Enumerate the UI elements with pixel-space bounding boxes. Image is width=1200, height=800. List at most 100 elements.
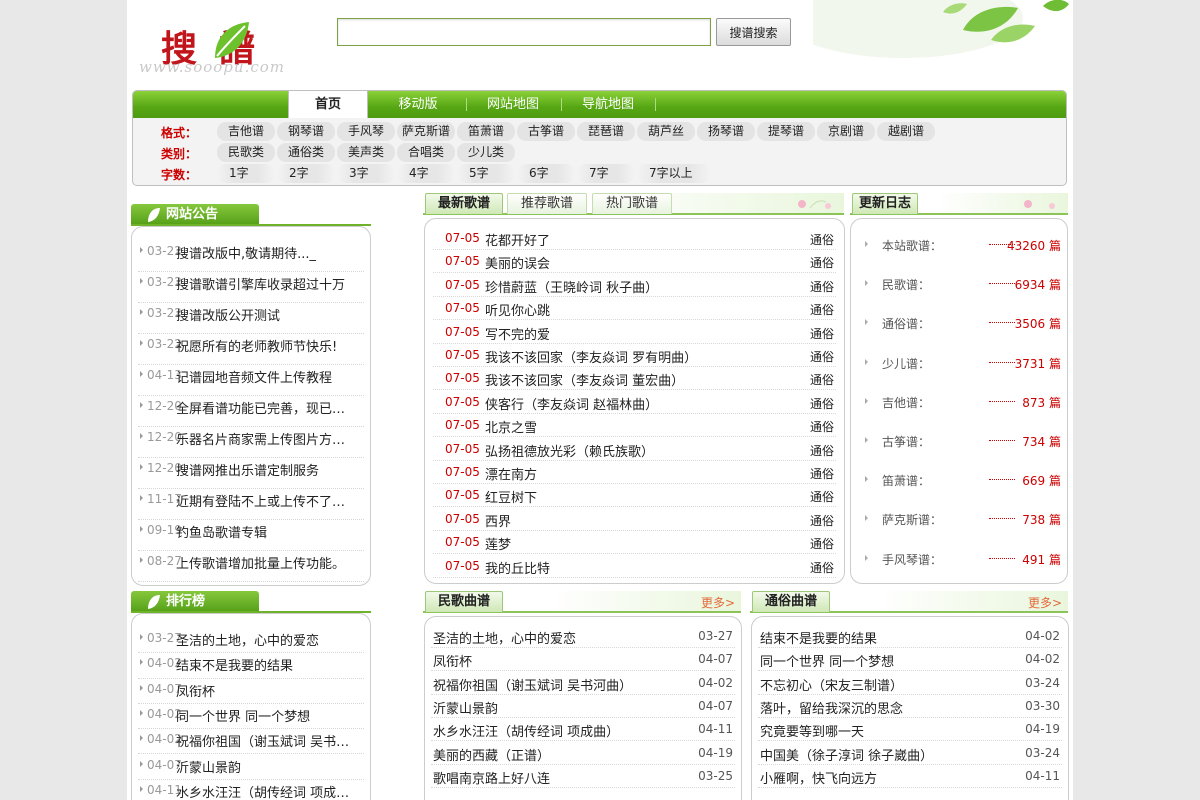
- tab-latest[interactable]: 最新歌谱: [425, 193, 503, 214]
- list-item[interactable]: 歌唱南京路上好八连 03-25: [431, 765, 735, 788]
- list-item[interactable]: 结束不是我要的结果 04-02: [758, 625, 1062, 648]
- song-category[interactable]: 通俗: [810, 535, 834, 552]
- song-title[interactable]: 祝福你祖国（谢玉斌词 吴书河曲）: [433, 675, 632, 694]
- item-title[interactable]: 乐器名片商家需上传图片方…: [176, 429, 345, 448]
- tab-hot[interactable]: 热门歌谱: [592, 193, 672, 214]
- list-item[interactable]: 04-02 结束不是我要的结果: [138, 653, 364, 679]
- table-row[interactable]: 07-05 珍惜蔚蓝（王晓岭词 秋子曲） 通俗: [433, 274, 836, 297]
- filter-item[interactable]: 越剧谱: [877, 122, 935, 141]
- song-title[interactable]: 我该不该回家（李友焱词 董宏曲）: [485, 370, 684, 389]
- list-item[interactable]: 04-11 水乡水汪汪（胡传经词 项成…: [138, 780, 364, 800]
- filter-item[interactable]: 手风琴: [337, 122, 395, 141]
- filter-item[interactable]: 提琴谱: [757, 122, 815, 141]
- song-title[interactable]: 侠客行（李友焱词 赵福林曲）: [485, 394, 658, 413]
- filter-item[interactable]: 4字: [397, 164, 455, 183]
- song-title[interactable]: 听见你心跳: [485, 300, 550, 319]
- song-category[interactable]: 通俗: [810, 278, 834, 295]
- item-title[interactable]: 钓鱼岛歌谱专辑: [176, 522, 267, 541]
- list-item[interactable]: 03-22 搜谱改版公开测试: [138, 303, 364, 334]
- search-input[interactable]: [337, 18, 711, 46]
- item-title[interactable]: 祝愿所有的老师教师节快乐!: [176, 336, 337, 355]
- table-row[interactable]: 07-05 红豆树下 通俗: [433, 484, 836, 508]
- filter-item[interactable]: 合唱类: [397, 143, 455, 162]
- song-title[interactable]: 水乡水汪汪（胡传经词 项成曲）: [433, 721, 619, 740]
- filter-item[interactable]: 2字: [277, 164, 335, 183]
- table-row[interactable]: 07-05 北京之雪 通俗: [433, 414, 836, 438]
- list-item[interactable]: 中国美（徐子淳词 徐子崴曲） 03-24: [758, 742, 1062, 765]
- item-title[interactable]: 凤衔杯: [176, 681, 215, 700]
- song-category[interactable]: 通俗: [810, 231, 834, 248]
- item-title[interactable]: 搜谱歌谱引擎库收录超过十万: [176, 274, 345, 293]
- filter-item[interactable]: 少儿类: [457, 143, 515, 162]
- song-title[interactable]: 小雁啊，快飞向远方: [760, 768, 877, 787]
- filter-item[interactable]: 萨克斯谱: [397, 122, 455, 141]
- filter-item[interactable]: 7字: [577, 164, 635, 183]
- list-item[interactable]: 04-02 祝福你祖国（谢玉斌词 吴书…: [138, 729, 364, 755]
- tab-recommended[interactable]: 推荐歌谱: [507, 193, 587, 214]
- pop-more-link[interactable]: 更多>: [1028, 594, 1062, 611]
- list-item[interactable]: 小雁啊，快飞向远方 04-11: [758, 765, 1062, 788]
- song-title[interactable]: 美丽的误会: [485, 253, 550, 272]
- tab-mobile[interactable]: 移动版: [378, 91, 458, 118]
- list-item[interactable]: 12-20 乐器名片商家需上传图片方…: [138, 427, 364, 458]
- song-category[interactable]: 通俗: [810, 301, 834, 318]
- song-title[interactable]: 究竟要等到哪一天: [760, 721, 864, 740]
- item-title[interactable]: 沂蒙山景韵: [176, 757, 241, 776]
- song-title[interactable]: 结束不是我要的结果: [760, 628, 877, 647]
- list-item[interactable]: 03-22 搜谱改版中,敬请期待..._: [138, 241, 364, 272]
- song-title[interactable]: 我的丘比特: [485, 558, 550, 577]
- song-title[interactable]: 西界: [485, 511, 511, 530]
- table-row[interactable]: 07-05 漂在南方 通俗: [433, 461, 836, 484]
- table-row[interactable]: 07-05 美丽的误会 通俗: [433, 250, 836, 274]
- filter-item[interactable]: 3字: [337, 164, 395, 183]
- song-category[interactable]: 通俗: [810, 395, 834, 412]
- song-title[interactable]: 沂蒙山景韵: [433, 698, 498, 717]
- song-title[interactable]: 不忘初心（宋友三制谱）: [760, 675, 903, 694]
- list-item[interactable]: 究竟要等到哪一天 04-19: [758, 718, 1062, 742]
- song-title[interactable]: 北京之雪: [485, 417, 537, 436]
- list-item[interactable]: 08-27 上传歌谱增加批量上传功能。: [138, 551, 364, 582]
- filter-item[interactable]: 钢琴谱: [277, 122, 335, 141]
- song-title[interactable]: 花都开好了: [485, 230, 550, 249]
- filter-item[interactable]: 美声类: [337, 143, 395, 162]
- item-title[interactable]: 上传歌谱增加批量上传功能。: [176, 553, 345, 572]
- song-category[interactable]: 通俗: [810, 442, 834, 459]
- site-logo[interactable]: 搜譜 www.sooopu.com: [137, 14, 307, 78]
- filter-item[interactable]: 扬琴谱: [697, 122, 755, 141]
- filter-item[interactable]: 琵琶谱: [577, 122, 635, 141]
- table-row[interactable]: 07-05 弘扬祖德放光彩（赖氏族歌） 通俗: [433, 438, 836, 461]
- song-category[interactable]: 通俗: [810, 559, 834, 576]
- item-title[interactable]: 全屏看谱功能已完善，现已…: [176, 398, 345, 417]
- list-item[interactable]: 不忘初心（宋友三制谱） 03-24: [758, 672, 1062, 695]
- list-item[interactable]: 03-27 圣洁的土地，心中的爱恋: [138, 628, 364, 654]
- table-row[interactable]: 07-05 我该不该回家（李友焱词 董宏曲） 通俗: [433, 367, 836, 391]
- tab-sitemap[interactable]: 网站地图: [473, 91, 553, 118]
- song-title[interactable]: 中国美（徐子淳词 徐子崴曲）: [760, 745, 933, 764]
- filter-item[interactable]: 7字以上: [637, 164, 711, 183]
- list-item[interactable]: 美丽的西藏（正谱） 04-19: [431, 742, 735, 765]
- table-row[interactable]: 07-05 听见你心跳 通俗: [433, 297, 836, 321]
- song-title[interactable]: 写不完的爱: [485, 324, 550, 343]
- song-category[interactable]: 通俗: [810, 371, 834, 388]
- song-title[interactable]: 珍惜蔚蓝（王晓岭词 秋子曲）: [485, 277, 658, 296]
- list-item[interactable]: 落叶，留给我深沉的思念 03-30: [758, 695, 1062, 718]
- list-item[interactable]: 12-20 全屏看谱功能已完善，现已…: [138, 396, 364, 427]
- filter-item[interactable]: 1字: [217, 164, 275, 183]
- song-title[interactable]: 美丽的西藏（正谱）: [433, 745, 550, 764]
- list-item[interactable]: 圣洁的土地，心中的爱恋 03-27: [431, 625, 735, 648]
- table-row[interactable]: 07-05 我的丘比特 通俗: [433, 555, 836, 578]
- table-row[interactable]: 07-05 侠客行（李友焱词 赵福林曲） 通俗: [433, 391, 836, 414]
- list-item[interactable]: 03-22 祝愿所有的老师教师节快乐!: [138, 334, 364, 365]
- table-row[interactable]: 07-05 莲梦 通俗: [433, 531, 836, 555]
- item-title[interactable]: 水乡水汪汪（胡传经词 项成…: [176, 782, 349, 800]
- table-row[interactable]: 07-05 写不完的爱 通俗: [433, 321, 836, 344]
- song-category[interactable]: 通俗: [810, 254, 834, 271]
- list-item[interactable]: 12-20 搜谱网推出乐谱定制服务: [138, 458, 364, 489]
- song-title[interactable]: 落叶，留给我深沉的思念: [760, 698, 903, 717]
- tab-home[interactable]: 首页: [288, 91, 368, 118]
- list-item[interactable]: 04-02 同一个世界 同一个梦想: [138, 704, 364, 730]
- filter-item[interactable]: 京剧谱: [817, 122, 875, 141]
- item-title[interactable]: 圣洁的土地，心中的爱恋: [176, 630, 319, 649]
- song-category[interactable]: 通俗: [810, 348, 834, 365]
- list-item[interactable]: 同一个世界 同一个梦想 04-02: [758, 648, 1062, 672]
